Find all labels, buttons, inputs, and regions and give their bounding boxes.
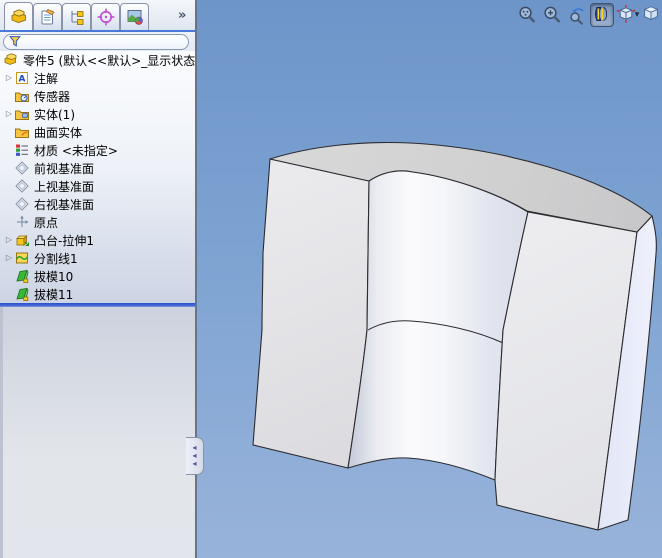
part-icon [3,52,19,68]
draft-icon [14,286,30,302]
tab-overflow-button[interactable]: » [178,8,186,23]
headsup-button[interactable]: ▾ [640,3,662,27]
tree-item-label: 传感器 [34,89,71,104]
tree-item-label: 材质 <未指定> [34,143,118,158]
annotations-icon: A [14,70,30,86]
boss-extrude-icon [14,232,30,248]
propertymanager-tab-icon [38,7,58,27]
surface-bodies-icon [14,124,30,140]
plane-icon [14,178,30,194]
tree-item[interactable]: ▷ 材质 <未指定> [0,141,195,159]
configurationmanager-tab-icon [67,7,87,27]
headsup-button[interactable]: ▾ [590,3,614,27]
headsup-button[interactable]: ▾ [615,3,639,27]
expand-arrow-icon[interactable]: ▷ [4,231,14,249]
lower-empty-pane [0,307,195,558]
part-model [252,141,657,531]
draft-icon [14,268,30,284]
headsup-button[interactable]: ▾ [540,3,564,27]
tree-item-label: 注解 [34,71,59,86]
tree-item[interactable]: ▷ 拔模10 [0,267,195,285]
tree-item[interactable]: ▷ 分割线1 [0,249,195,267]
solid-bodies-icon [14,106,30,122]
tree-item[interactable]: ▷ 曲面实体 [0,123,195,141]
solidworks-window: ▾ ▾ ▾ ▾ ▾ [0,0,662,558]
tree-root-item[interactable]: 零件5 (默认<<默认>_显示状态 [0,51,195,69]
expand-arrow-icon[interactable]: ▷ [4,105,14,123]
tree-item[interactable]: ▷ 右视基准面 [0,195,195,213]
tree-item-label: 拔模10 [34,269,74,284]
panel-collapse-tab[interactable]: ◂ ◂ ◂ [186,437,204,475]
tree-item-label: 曲面实体 [34,125,83,140]
displaymanager-tab-icon [125,7,145,27]
section-view-icon [591,4,613,26]
panel-tab-strip: » [0,0,195,30]
featuremanager-panel: » 零件5 (默认<<默认>_显示状态 ▷ A 注解 ▷ [0,0,197,558]
panel-tab[interactable] [4,2,33,30]
tree-item[interactable]: ▷ 实体(1) [0,105,195,123]
split-line-icon [14,250,30,266]
origin-icon [14,214,30,230]
zoom-to-area-icon [541,4,563,26]
feature-tree: 零件5 (默认<<默认>_显示状态 ▷ A 注解 ▷ 传感器 ▷ 实体 [0,51,195,303]
view-orientation-icon [615,4,637,26]
material-icon [14,142,30,158]
tree-item[interactable]: ▷ 拔模11 [0,285,195,303]
expand-arrow-icon[interactable]: ▷ [4,69,14,87]
filter-input[interactable] [22,36,188,48]
zoom-to-fit-icon [516,4,538,26]
expand-arrow-icon[interactable]: ▷ [4,249,14,267]
headsup-toolbar: ▾ ▾ ▾ ▾ ▾ [515,3,662,27]
tree-item[interactable]: ▷ 凸台-拉伸1 [0,231,195,249]
sensors-icon [14,88,30,104]
tree-item-label: 前视基准面 [34,161,95,176]
display-style-icon [641,4,662,26]
model-left-cut-face[interactable] [252,158,370,469]
graphics-area[interactable]: ▾ ▾ ▾ ▾ ▾ [197,0,662,558]
panel-tab[interactable] [120,3,149,30]
dimxpert-tab-icon [96,7,116,27]
tree-root-label: 零件5 (默认<<默认>_显示状态 [23,53,195,68]
tree-item-label: 拔模11 [34,287,74,302]
headsup-button[interactable]: ▾ [565,3,589,27]
tree-item-label: 实体(1) [34,107,75,122]
tree-item-label: 分割线1 [34,251,78,266]
tree-item-label: 凸台-拉伸1 [34,233,94,248]
collapse-arrow-icon: ◂ [192,459,197,468]
tree-item[interactable]: ▷ 原点 [0,213,195,231]
dropdown-caret-icon[interactable]: ▾ [635,10,640,20]
tree-item[interactable]: ▷ 前视基准面 [0,159,195,177]
tree-item[interactable]: ▷ A 注解 [0,69,195,87]
panel-tab[interactable] [33,3,62,30]
tree-item[interactable]: ▷ 传感器 [0,87,195,105]
plane-icon [14,160,30,176]
filter-box[interactable] [3,34,189,50]
tree-item-label: 右视基准面 [34,197,95,212]
tree-item[interactable]: ▷ 上视基准面 [0,177,195,195]
plane-icon [14,196,30,212]
headsup-button[interactable]: ▾ [515,3,539,27]
tree-item-label: 上视基准面 [34,179,95,194]
panel-tab[interactable] [91,3,120,30]
svg-text:A: A [19,75,26,85]
previous-view-icon [566,4,588,26]
tree-item-label: 原点 [34,215,59,230]
filter-funnel-icon[interactable] [8,34,22,51]
featuremanager-tab-icon [9,7,29,27]
panel-tab[interactable] [62,3,91,30]
